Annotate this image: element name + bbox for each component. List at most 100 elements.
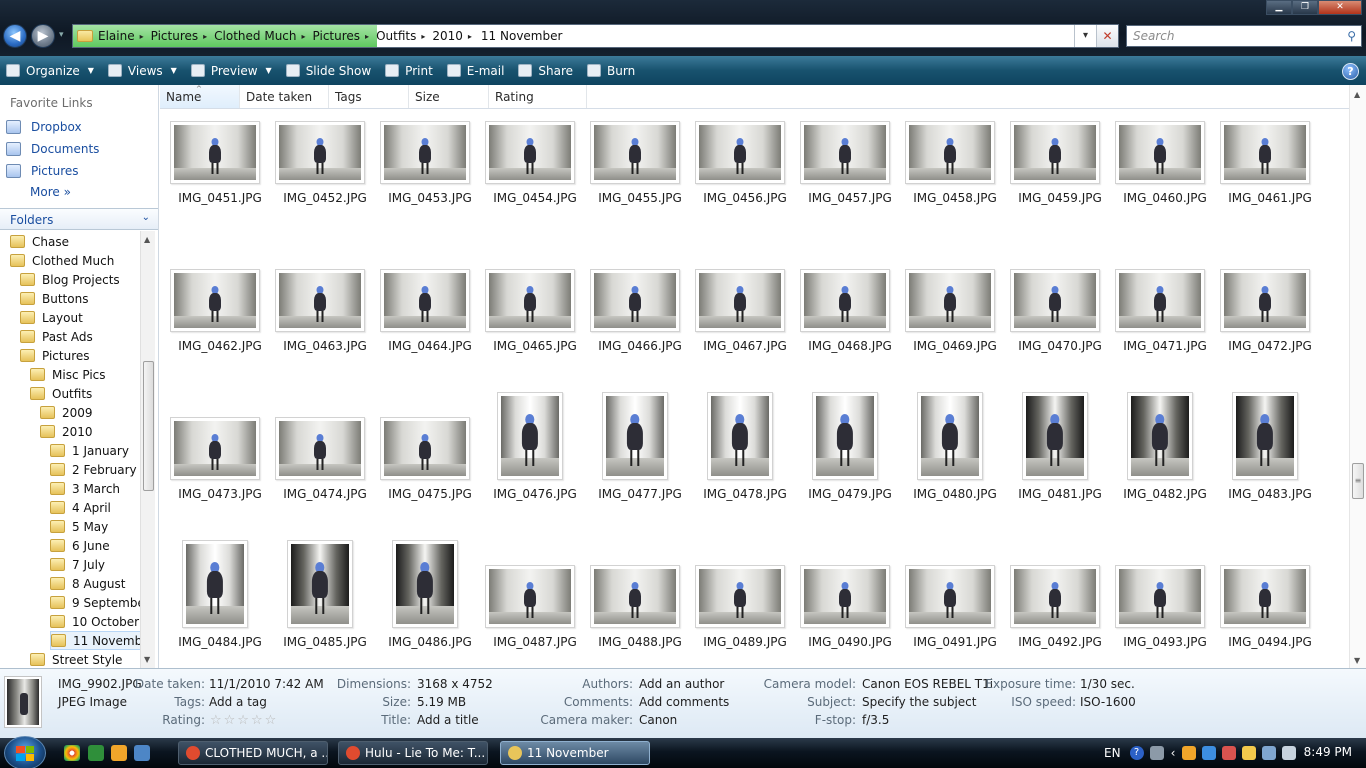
thumbnail-image[interactable] [170,417,260,480]
scroll-up-icon[interactable]: ▲ [144,235,150,244]
folder-tree-item[interactable]: Layout [20,308,83,327]
folder-tree-item[interactable]: 5 May [50,517,108,536]
file-thumbnail[interactable]: IMG_0456.JPG [695,121,795,261]
thumbnail-image[interactable] [905,269,995,332]
file-thumbnail[interactable]: IMG_0492.JPG [1010,565,1110,668]
thumbnail-image[interactable] [392,540,458,628]
volume-tray-icon[interactable] [1282,746,1297,760]
thumbnail-image[interactable] [812,392,878,480]
file-thumbnail[interactable]: IMG_0478.JPG [695,392,795,557]
minimize-button[interactable]: ▁ [1266,0,1292,15]
file-thumbnail[interactable]: IMG_0459.JPG [1010,121,1110,261]
file-thumbnail[interactable]: IMG_0457.JPG [800,121,900,261]
thumbnail-image[interactable] [695,121,785,184]
folder-tree-item[interactable]: 1 January [50,441,129,460]
thumbnail-image[interactable] [1010,121,1100,184]
folder-tree-item[interactable]: Blog Projects [20,270,120,289]
favorite-link-dropbox[interactable]: Dropbox [6,120,82,134]
thumbnail-image[interactable] [1022,392,1088,480]
thumbnail-image[interactable] [380,121,470,184]
file-thumbnail[interactable]: IMG_0490.JPG [800,565,900,668]
file-thumbnail[interactable]: IMG_0469.JPG [905,269,1005,409]
folder-tree-item[interactable]: 4 April [50,498,111,517]
file-thumbnail[interactable]: IMG_0476.JPG [485,392,585,557]
thumbnail-image[interactable] [905,565,995,628]
show-hidden-icons-icon[interactable]: ‹ [1171,746,1176,760]
folder-tree-item[interactable]: Pictures [20,346,90,365]
tags-value[interactable]: Add a tag [209,695,267,709]
file-thumbnail[interactable]: IMG_0494.JPG [1220,565,1320,668]
chevron-down-icon[interactable]: ⌄ [142,212,150,223]
file-thumbnail[interactable]: IMG_0452.JPG [275,121,375,261]
thumbnail-image[interactable] [1220,269,1310,332]
thumbnail-image[interactable] [1010,269,1100,332]
clock[interactable]: 8:49 PM [1304,745,1352,759]
folder-tree-item[interactable]: Chase [10,232,69,251]
folder-tree-item[interactable]: Clothed Much [10,251,114,270]
recent-pages-dropdown[interactable]: ▾ [59,30,64,40]
file-thumbnail[interactable]: IMG_0473.JPG [170,417,270,557]
file-thumbnail[interactable]: IMG_0489.JPG [695,565,795,668]
chevron-right-icon[interactable]: ▸ [302,32,306,41]
thumbnail-image[interactable] [485,565,575,628]
file-thumbnail[interactable]: IMG_0493.JPG [1115,565,1215,668]
thumbnail-image[interactable] [800,565,890,628]
thumbnail-image[interactable] [590,121,680,184]
column-header-size[interactable]: Size [409,85,489,108]
folder-tree-item[interactable]: 9 September [50,593,140,612]
file-thumbnail[interactable]: IMG_0461.JPG [1220,121,1320,261]
thumbnail-image[interactable] [182,540,248,628]
address-bar[interactable]: Elaine ▸ Pictures ▸ Clothed Much ▸ Pictures ▸ Ou… [72,24,1119,48]
folder-tree-item[interactable]: 2 February [50,460,137,479]
share-button[interactable]: Share [518,64,573,78]
thumbnail-image[interactable] [1010,565,1100,628]
breadcrumb-item[interactable]: Pictures ▸ [313,29,377,43]
chevron-right-icon[interactable]: ▸ [468,32,472,41]
thumbnail-image[interactable] [275,417,365,480]
thumbnail-image[interactable] [602,392,668,480]
file-thumbnail[interactable]: IMG_0463.JPG [275,269,375,409]
folder-tree-item[interactable]: Outfits [30,384,92,403]
comments-value[interactable]: Add comments [639,695,729,709]
file-thumbnail[interactable]: IMG_0472.JPG [1220,269,1320,409]
folder-tree-item[interactable]: 8 August [50,574,125,593]
breadcrumb-item[interactable]: Elaine ▸ [98,29,151,43]
breadcrumb-item[interactable]: 2010 ▸ [432,29,479,43]
help-icon[interactable]: ? [1342,63,1359,80]
exposure-value[interactable]: 1/30 sec. [1080,677,1135,691]
file-thumbnail[interactable]: IMG_0467.JPG [695,269,795,409]
input-tray-icon[interactable] [1149,746,1164,760]
breadcrumb-item[interactable]: Pictures ▸ [151,29,215,43]
folder-tree-item[interactable]: 6 June [50,536,110,555]
chevron-right-icon[interactable]: ▸ [421,32,425,41]
thumbnail-image[interactable] [380,417,470,480]
close-button[interactable]: ✕ [1318,0,1362,15]
thumbnail-image[interactable] [695,565,785,628]
dropbox-tray-icon[interactable] [1202,746,1217,760]
thumbnail-image[interactable] [1115,565,1205,628]
file-thumbnail[interactable]: IMG_0453.JPG [380,121,480,261]
folder-tree-item[interactable]: 11 Novembe [50,631,140,650]
file-thumbnail[interactable]: IMG_0465.JPG [485,269,585,409]
iso-value[interactable]: ISO-1600 [1080,695,1136,709]
favorite-link-pictures[interactable]: Pictures [6,164,79,178]
search-icon[interactable]: ⚲ [1347,29,1356,43]
favorite-link-documents[interactable]: Documents [6,142,99,156]
taskbar-button[interactable]: 11 November [500,741,650,765]
taskbar-button[interactable]: Hulu - Lie To Me: T... [338,741,488,765]
e-mail-button[interactable]: E-mail [446,64,504,78]
file-thumbnail[interactable]: IMG_0480.JPG [905,392,1005,557]
file-thumbnail[interactable]: IMG_0483.JPG [1220,392,1320,557]
back-button[interactable]: ◀ [3,24,27,48]
chevron-right-icon[interactable]: ▸ [140,32,144,41]
forward-button[interactable]: ▶ [31,24,55,48]
thumbnail-image[interactable] [800,269,890,332]
thumbnail-image[interactable] [1220,121,1310,184]
file-thumbnail[interactable]: IMG_0481.JPG [1010,392,1110,557]
file-thumbnail[interactable]: IMG_0477.JPG [590,392,690,557]
file-thumbnail[interactable]: IMG_0451.JPG [170,121,270,261]
excel-quicklaunch-icon[interactable] [88,745,104,761]
date-taken-value[interactable]: 11/1/2010 7:42 AM [209,677,324,691]
chevron-down-icon[interactable]: ▼ [171,66,177,75]
thumbnail-image[interactable] [497,392,563,480]
